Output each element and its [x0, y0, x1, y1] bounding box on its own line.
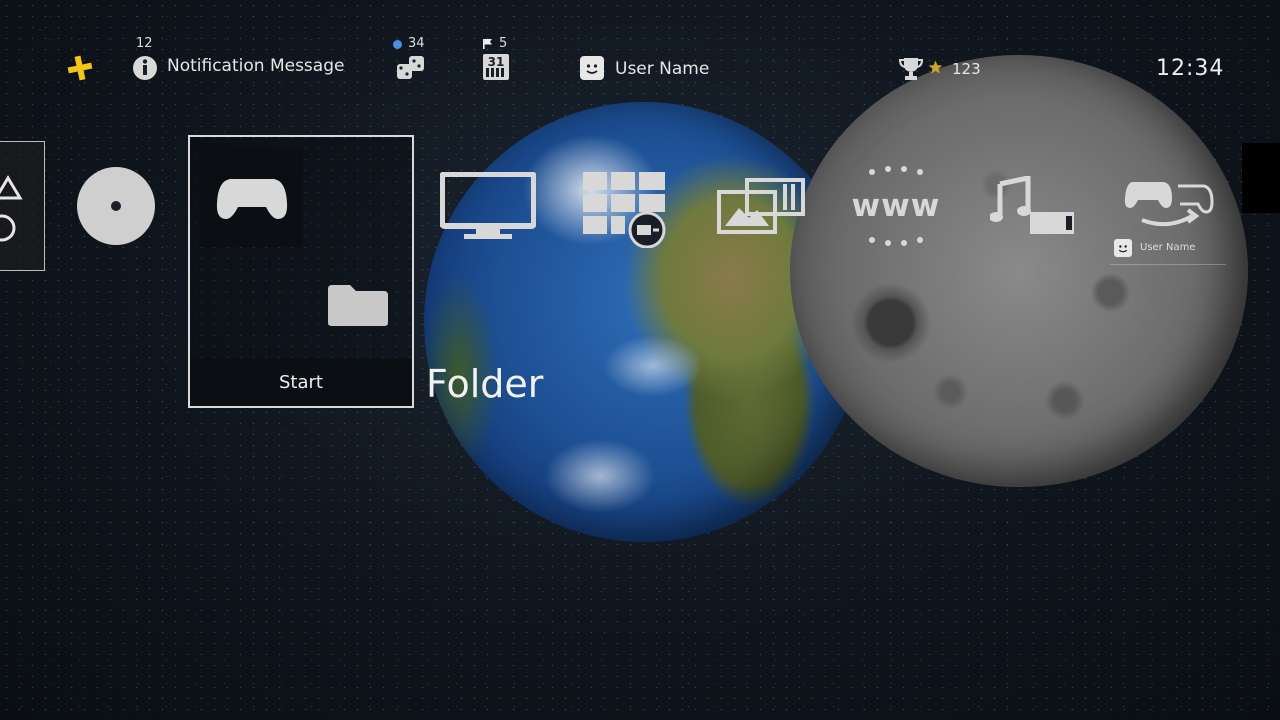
calendar-day: 31 [487, 55, 505, 69]
ps-plus-icon[interactable] [66, 54, 94, 82]
folder-icon [328, 285, 388, 326]
share-play-icon[interactable] [1122, 176, 1216, 228]
events-count: 5 [499, 36, 508, 51]
apps-icon[interactable] [583, 172, 671, 248]
disc-icon[interactable] [76, 166, 156, 246]
controller-icon [216, 179, 288, 219]
calendar-grid [486, 68, 506, 77]
www-label: www [851, 188, 941, 224]
ps-logo-icon [0, 175, 23, 242]
notification-count: 12 [136, 36, 153, 51]
start-label[interactable]: Start [190, 358, 412, 406]
user-name[interactable]: User Name [615, 59, 709, 79]
notification-message[interactable]: Notification Message [167, 56, 344, 76]
flag-icon [483, 39, 492, 49]
tv-icon[interactable] [440, 172, 536, 240]
info-icon[interactable] [132, 55, 158, 81]
game-thumbnail [200, 147, 303, 247]
folder-label: Folder [426, 362, 544, 406]
star-icon [928, 60, 943, 74]
share-play-user: User Name [1110, 236, 1226, 265]
user-avatar-icon[interactable] [580, 56, 604, 80]
capture-gallery-icon[interactable] [717, 178, 805, 236]
moon-background [790, 55, 1248, 487]
calendar-icon[interactable]: 31 [483, 54, 509, 80]
ps-logo-tile[interactable] [0, 141, 45, 271]
next-tile-edge[interactable] [1242, 143, 1280, 213]
friends-count: 34 [408, 36, 425, 51]
top-bar: 12 Notification Message 34 5 31 User Nam… [0, 0, 1280, 100]
music-icon[interactable] [990, 176, 1078, 236]
web-browser-icon[interactable]: www [848, 166, 944, 246]
friends-icon[interactable] [396, 54, 426, 82]
mini-user-name: User Name [1140, 242, 1196, 253]
mini-user-avatar-icon [1114, 239, 1132, 257]
trophy-icon[interactable] [898, 57, 924, 81]
start-tile-selected[interactable]: Start [188, 135, 414, 408]
trophy-count: 123 [952, 60, 981, 78]
clock: 12:34 [1156, 56, 1225, 81]
online-dot [393, 40, 402, 49]
